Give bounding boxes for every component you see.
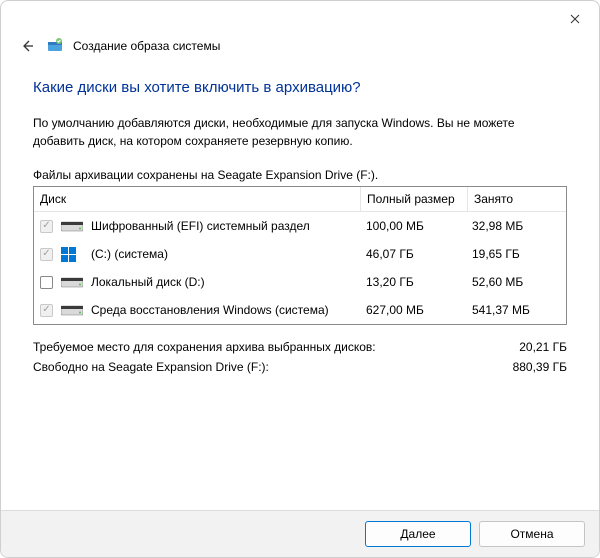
disk-label: Среда восстановления Windows (система) bbox=[91, 303, 329, 317]
close-button[interactable] bbox=[557, 5, 593, 33]
disk-checkbox[interactable] bbox=[40, 276, 53, 289]
next-button[interactable]: Далее bbox=[365, 521, 471, 547]
disk-label: (C:) (система) bbox=[91, 247, 168, 261]
cancel-button[interactable]: Отмена bbox=[479, 521, 585, 547]
header-row: Создание образа системы bbox=[1, 33, 599, 59]
disk-size: 100,00 МБ bbox=[360, 219, 466, 233]
column-header-disk[interactable]: Диск bbox=[34, 187, 361, 211]
titlebar bbox=[1, 1, 599, 33]
disk-used: 52,60 МБ bbox=[466, 275, 566, 289]
description-text: По умолчанию добавляются диски, необходи… bbox=[33, 114, 567, 150]
table-row: ✓ (C:) (система) 46,07 ГБ19,65 ГБ bbox=[34, 240, 566, 268]
drive-icon bbox=[61, 247, 83, 261]
summary-required: Требуемое место для сохранения архива вы… bbox=[33, 337, 567, 357]
table-row[interactable]: Локальный диск (D:) 13,20 ГБ52,60 МБ bbox=[34, 268, 566, 296]
drive-icon bbox=[61, 219, 83, 233]
disk-checkbox: ✓ bbox=[40, 248, 53, 261]
disk-table: Диск Полный размер Занято ✓ Шифрованный (… bbox=[33, 186, 567, 325]
content-area: Какие диски вы хотите включить в архивац… bbox=[1, 59, 599, 378]
disk-checkbox: ✓ bbox=[40, 220, 53, 233]
drive-icon bbox=[61, 303, 83, 317]
column-header-used[interactable]: Занято bbox=[468, 187, 566, 211]
summary-free-value: 880,39 ГБ bbox=[513, 357, 567, 377]
back-button[interactable] bbox=[17, 38, 37, 54]
disk-size: 627,00 МБ bbox=[360, 303, 466, 317]
summary-required-label: Требуемое место для сохранения архива вы… bbox=[33, 337, 376, 357]
dialog-window: Создание образа системы Какие диски вы х… bbox=[0, 0, 600, 558]
disk-used: 19,65 ГБ bbox=[466, 247, 566, 261]
backup-location-text: Файлы архивации сохранены на Seagate Exp… bbox=[33, 168, 567, 182]
disk-used: 541,37 МБ bbox=[466, 303, 566, 317]
disk-used: 32,98 МБ bbox=[466, 219, 566, 233]
back-arrow-icon bbox=[19, 38, 35, 54]
disk-size: 13,20 ГБ bbox=[360, 275, 466, 289]
disk-label: Локальный диск (D:) bbox=[91, 275, 205, 289]
page-title: Создание образа системы bbox=[73, 39, 220, 53]
footer: Далее Отмена bbox=[1, 510, 599, 557]
summary-free: Свободно на Seagate Expansion Drive (F:)… bbox=[33, 357, 567, 377]
close-icon bbox=[570, 12, 580, 27]
main-heading: Какие диски вы хотите включить в архивац… bbox=[33, 79, 567, 96]
table-row: ✓ Шифрованный (EFI) системный раздел 100,0… bbox=[34, 212, 566, 240]
disk-label: Шифрованный (EFI) системный раздел bbox=[91, 219, 310, 233]
column-header-size[interactable]: Полный размер bbox=[361, 187, 468, 211]
summary: Требуемое место для сохранения архива вы… bbox=[33, 337, 567, 378]
disk-size: 46,07 ГБ bbox=[360, 247, 466, 261]
summary-required-value: 20,21 ГБ bbox=[519, 337, 567, 357]
disk-checkbox: ✓ bbox=[40, 304, 53, 317]
table-header: Диск Полный размер Занято bbox=[34, 187, 566, 212]
table-row: ✓ Среда восстановления Windows (система) 6… bbox=[34, 296, 566, 324]
summary-free-label: Свободно на Seagate Expansion Drive (F:)… bbox=[33, 357, 269, 377]
wizard-icon bbox=[47, 37, 63, 56]
drive-icon bbox=[61, 275, 83, 289]
